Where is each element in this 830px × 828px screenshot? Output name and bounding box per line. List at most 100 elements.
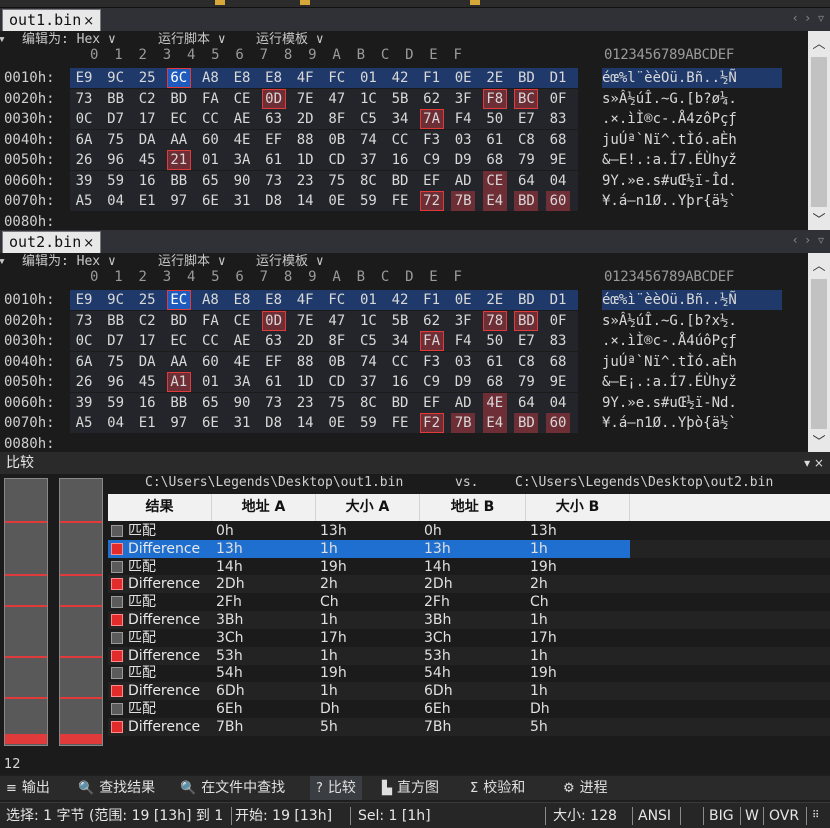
bottom-tab-6[interactable]: ⚙ 进程 xyxy=(563,776,608,800)
hex-byte[interactable]: A5 xyxy=(72,191,96,211)
ascii-text[interactable]: 9Y.»e.s#uŒ½ï-Îd. xyxy=(602,171,782,191)
hex-byte[interactable]: 2E xyxy=(483,68,507,88)
compare-table-row[interactable]: Difference 3Bh 1h 3Bh 1h xyxy=(108,611,830,629)
hex-byte[interactable]: CD xyxy=(325,372,349,392)
col-header-result[interactable]: 结果 xyxy=(108,494,212,521)
hex-byte[interactable]: 37 xyxy=(356,372,380,392)
hex-byte[interactable]: AA xyxy=(167,130,191,150)
bottom-tab-1[interactable]: 🔍 查找结果 xyxy=(78,776,155,800)
hex-byte[interactable]: 4E xyxy=(230,130,254,150)
hex-byte[interactable]: 16 xyxy=(388,372,412,392)
hex-byte[interactable]: 60 xyxy=(198,130,222,150)
hex-byte[interactable]: 50 xyxy=(483,109,507,129)
bottom-tab-0[interactable]: ≡ 输出 xyxy=(6,776,50,800)
hex-byte[interactable]: AD xyxy=(451,393,475,413)
hex-byte[interactable]: 78 xyxy=(482,310,507,331)
difference-map-b[interactable] xyxy=(59,478,103,746)
hex-byte[interactable]: 61 xyxy=(483,352,507,372)
hex-byte[interactable]: 6E xyxy=(198,191,222,211)
hex-byte[interactable]: 79 xyxy=(514,372,538,392)
toolbar-icon[interactable] xyxy=(215,0,225,5)
hex-byte[interactable]: 88 xyxy=(293,130,317,150)
hex-byte[interactable]: 16 xyxy=(388,150,412,170)
hex-byte[interactable]: 72 xyxy=(419,191,444,211)
hex-byte[interactable]: 01 xyxy=(198,150,222,170)
ascii-text[interactable]: s»Â½úÎ.~G.[b?x½. xyxy=(602,311,782,331)
hex-byte[interactable]: 73 xyxy=(72,89,96,109)
hex-byte[interactable]: D9 xyxy=(451,372,475,392)
hex-byte[interactable]: 6A xyxy=(72,130,96,150)
hex-byte[interactable]: 42 xyxy=(388,68,412,88)
hex-row[interactable]: 0030h: 0C D7 17 EC CC AE 63 2D 8F C5 34 FA F4 50 E7 83 .×… xyxy=(0,331,808,351)
panel-menu-close-icon[interactable]: ▾ × xyxy=(804,452,824,474)
ascii-text[interactable]: 9Y.»e.s#uŒ½ï-Nd. xyxy=(602,393,782,413)
hex-byte[interactable]: 2E xyxy=(483,290,507,310)
hex-byte[interactable]: C2 xyxy=(135,311,159,331)
compare-table-row[interactable]: Difference 2Dh 2h 2Dh 2h xyxy=(108,575,830,594)
hex-byte[interactable]: EF xyxy=(420,393,444,413)
hex-byte[interactable]: 96 xyxy=(104,150,128,170)
hex-byte[interactable]: 7E xyxy=(293,311,317,331)
hex-byte[interactable]: 01 xyxy=(356,290,380,310)
hex-byte[interactable]: 45 xyxy=(135,372,159,392)
hex-byte[interactable]: E7 xyxy=(514,331,538,351)
collapse-arrow-icon[interactable]: ▾ xyxy=(0,253,6,271)
hex-byte[interactable]: 1D xyxy=(293,150,317,170)
hex-byte[interactable]: 01 xyxy=(356,68,380,88)
hex-byte[interactable]: 75 xyxy=(104,352,128,372)
hex-byte[interactable]: 14 xyxy=(293,413,317,433)
compare-table-row[interactable]: 匹配 54h 19h 54h 19h xyxy=(108,664,830,682)
hex-byte[interactable]: 2D xyxy=(293,109,317,129)
hex-byte[interactable]: 39 xyxy=(72,393,96,413)
hex-byte[interactable]: 47 xyxy=(325,311,349,331)
hex-byte[interactable]: EC xyxy=(166,290,191,310)
compare-table-row[interactable]: Difference 6Dh 1h 6Dh 1h xyxy=(108,682,830,701)
compare-table-row[interactable]: 匹配 3Ch 17h 3Ch 17h xyxy=(108,629,830,647)
hex-byte[interactable]: C2 xyxy=(135,89,159,109)
hex-byte[interactable]: 90 xyxy=(230,171,254,191)
hex-byte[interactable]: 9E xyxy=(546,372,570,392)
hex-byte[interactable]: 16 xyxy=(135,171,159,191)
col-header-size-b[interactable]: 大小 B xyxy=(526,494,630,521)
hex-byte[interactable]: 3A xyxy=(230,372,254,392)
hex-row[interactable]: 0030h: 0C D7 17 EC CC AE 63 2D 8F C5 34 7A F4 50 E7 83 .×… xyxy=(0,109,808,129)
hex-byte[interactable]: EF xyxy=(262,352,286,372)
hex-byte[interactable]: FA xyxy=(198,89,222,109)
status-w[interactable]: W xyxy=(745,803,759,828)
scroll-up-icon[interactable]: ︿ xyxy=(808,255,830,274)
ascii-text[interactable]: éœ%l¨èèOü.Bñ..½Ñ xyxy=(602,68,782,88)
hex-byte[interactable]: 14 xyxy=(293,191,317,211)
hex-row[interactable]: 0070h: A5 04 E1 97 6E 31 D8 14 0E 59 FE 72 7B E4 BD 60 ¥.… xyxy=(0,191,808,211)
hex-byte[interactable]: 74 xyxy=(356,130,380,150)
hex-byte[interactable]: 9C xyxy=(104,68,128,88)
hex-byte[interactable]: E9 xyxy=(72,68,96,88)
hex-byte[interactable]: BD xyxy=(514,68,538,88)
hex-byte[interactable]: 4E xyxy=(482,392,507,413)
hex-byte[interactable]: 59 xyxy=(104,393,128,413)
hex-byte[interactable]: FC xyxy=(325,68,349,88)
hex-byte[interactable]: D8 xyxy=(262,413,286,433)
scroll-down-icon[interactable]: ﹀ xyxy=(808,431,830,450)
hex-row[interactable]: 0050h: 26 96 45 A1 01 3A 61 1D CD 37 16 C9 D9 68 79 9E &–… xyxy=(0,372,808,392)
hex-byte[interactable]: 16 xyxy=(135,393,159,413)
ascii-text[interactable]: ¥.á—n1Ø..Yþò{ä½` xyxy=(602,413,782,433)
hex-byte[interactable]: BD xyxy=(388,171,412,191)
ascii-text[interactable]: &–E!.:a.Í7.ÉÙhyž xyxy=(602,150,782,170)
hex-byte[interactable]: 4E xyxy=(230,352,254,372)
hex-byte[interactable]: BD xyxy=(167,311,191,331)
hex-byte[interactable]: 8F xyxy=(325,109,349,129)
hex-byte[interactable]: 3A xyxy=(230,150,254,170)
hex-byte[interactable]: C9 xyxy=(420,150,444,170)
status-encoding[interactable]: ANSI xyxy=(638,803,671,828)
hex-byte[interactable]: 25 xyxy=(135,290,159,310)
hex-byte[interactable]: 0F xyxy=(546,89,570,109)
hex-byte[interactable]: 03 xyxy=(451,130,475,150)
hex-byte[interactable]: 04 xyxy=(546,393,570,413)
hex-byte[interactable]: D9 xyxy=(451,150,475,170)
hex-byte[interactable]: 0E xyxy=(325,191,349,211)
ascii-text[interactable]: &–E¡.:a.Í7.ÉÙhyž xyxy=(602,372,782,392)
hex-byte[interactable]: FA xyxy=(198,311,222,331)
hex-byte[interactable]: 0F xyxy=(546,311,570,331)
hex-byte[interactable]: BD xyxy=(167,89,191,109)
hex-row[interactable]: 0020h: 73 BB C2 BD FA CE 0D 7E 47 1C 5B 62 3F 78 BD 0F s»… xyxy=(0,310,808,331)
